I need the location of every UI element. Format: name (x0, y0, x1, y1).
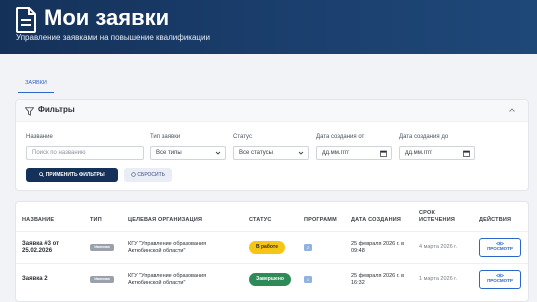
col-header-org: ЦЕЛЕВАЯ ОРГАНИЗАЦИЯ (128, 217, 203, 223)
page-header: Мои заявки Управление заявками на повыше… (0, 0, 537, 54)
status-badge: Завершено (249, 273, 291, 286)
status-select-value: Все статусы (239, 150, 273, 156)
row-created: 25 февраля 2026 г. в 16:32 (351, 273, 404, 287)
date-to-input[interactable]: дд.мм.гггг (399, 146, 475, 160)
type-badge: Именная (90, 244, 114, 251)
reset-filters-label: СБРОСИТЬ (137, 172, 165, 178)
date-from-input[interactable]: дд.мм.гггг (316, 146, 392, 160)
col-header-actions: ДЕЙСТВИЯ (479, 217, 512, 223)
funnel-icon (25, 107, 34, 116)
table-row: Заявка #3 от 25.02.2026 Именная КГУ "Упр… (16, 231, 528, 263)
table-row: Заявка 2 Именная КГУ "Управление образов… (16, 263, 528, 295)
chevron-down-icon (298, 151, 304, 155)
date-from-placeholder: дд.мм.гггг (322, 150, 350, 156)
status-filter-label: Статус (233, 134, 252, 140)
calendar-icon[interactable] (463, 150, 470, 157)
chevron-down-icon (215, 151, 221, 155)
col-header-type: ТИП (90, 217, 102, 223)
search-icon (39, 171, 45, 177)
status-badge: В работе (249, 241, 285, 254)
col-header-expiry-line2: ИСТЕЧЕНИЯ (419, 217, 456, 223)
view-button-label: ПРОСМОТР (487, 278, 513, 283)
filters-title: Фильтры (38, 105, 75, 114)
row-org: КГУ "Управление образования Актюбинской … (128, 273, 206, 287)
view-button-label: ПРОСМОТР (487, 246, 513, 251)
date-from-label: Дата создания от (316, 134, 365, 140)
programs-count-badge: 2 (304, 244, 312, 251)
filters-header[interactable]: Фильтры (16, 100, 528, 122)
name-search-input[interactable]: Поиск по названию (26, 146, 144, 160)
col-header-programs: ПРОГРАММ (304, 217, 337, 223)
type-select-value: Все типы (156, 150, 182, 156)
filters-panel: Фильтры Название Поиск по названию Тип з… (15, 99, 529, 191)
row-created-line1: 25 февраля 2026 г. в (351, 273, 405, 279)
tab-applications[interactable]: ЗАЯВКИ (18, 78, 54, 93)
apply-filters-button[interactable]: ПРИМЕНИТЬ ФИЛЬТРЫ (26, 168, 118, 182)
row-created-line1: 25 февраля 2026 г. в (351, 241, 405, 247)
row-org-line1: КГУ "Управление образования (128, 273, 207, 279)
row-name: Заявка 2 (22, 276, 48, 283)
row-org-line2: Актюбинской области" (128, 248, 186, 254)
row-created: 25 февраля 2026 г. в 09:48 (351, 241, 404, 255)
row-created-line2: 16:32 (351, 280, 365, 286)
calendar-icon[interactable] (380, 150, 387, 157)
row-org-line2: Актюбинской области" (128, 280, 186, 286)
row-name-line1: Заявка 2 (22, 276, 48, 282)
view-button[interactable]: ПРОСМОТР (479, 270, 521, 289)
col-header-created: ДАТА СОЗДАНИЯ (351, 217, 402, 223)
row-name-line1: Заявка #3 от (22, 241, 60, 247)
col-header-expiry-line1: СРОК (419, 210, 436, 216)
status-select[interactable]: Все статусы (233, 146, 309, 160)
col-header-status: СТАТУС (249, 217, 272, 223)
row-name: Заявка #3 от 25.02.2026 (22, 241, 59, 255)
page-subtitle: Управление заявками на повышение квалифи… (16, 33, 210, 42)
date-to-label: Дата создания до (399, 134, 449, 140)
row-name-line2: 25.02.2026 (22, 248, 53, 254)
row-expiry: 1 марта 2026 г. (419, 276, 458, 282)
page-title: Мои заявки (44, 5, 170, 30)
programs-count-badge: 1 (304, 276, 312, 283)
date-to-placeholder: дд.мм.гггг (405, 150, 433, 156)
type-select[interactable]: Все типы (150, 146, 226, 160)
reset-icon (131, 171, 136, 177)
view-button[interactable]: ПРОСМОТР (479, 238, 521, 257)
row-org-line1: КГУ "Управление образования (128, 241, 207, 247)
type-filter-label: Тип заявки (150, 134, 181, 140)
row-org: КГУ "Управление образования Актюбинской … (128, 241, 206, 255)
name-filter-label: Название (26, 134, 53, 140)
document-icon (16, 7, 36, 33)
col-header-expiry: СРОК ИСТЕЧЕНИЯ (419, 210, 455, 224)
reset-filters-button[interactable]: СБРОСИТЬ (124, 168, 172, 182)
name-search-placeholder: Поиск по названию (32, 150, 86, 156)
chevron-up-icon[interactable] (508, 106, 516, 114)
applications-table: НАЗВАНИЕ ТИП ЦЕЛЕВАЯ ОРГАНИЗАЦИЯ СТАТУС … (15, 201, 529, 302)
row-expiry: 4 марта 2026 г. (419, 244, 458, 250)
type-badge: Именная (90, 276, 114, 283)
col-header-name: НАЗВАНИЕ (22, 217, 55, 223)
apply-filters-label: ПРИМЕНИТЬ ФИЛЬТРЫ (45, 172, 105, 178)
row-created-line2: 09:48 (351, 248, 365, 254)
